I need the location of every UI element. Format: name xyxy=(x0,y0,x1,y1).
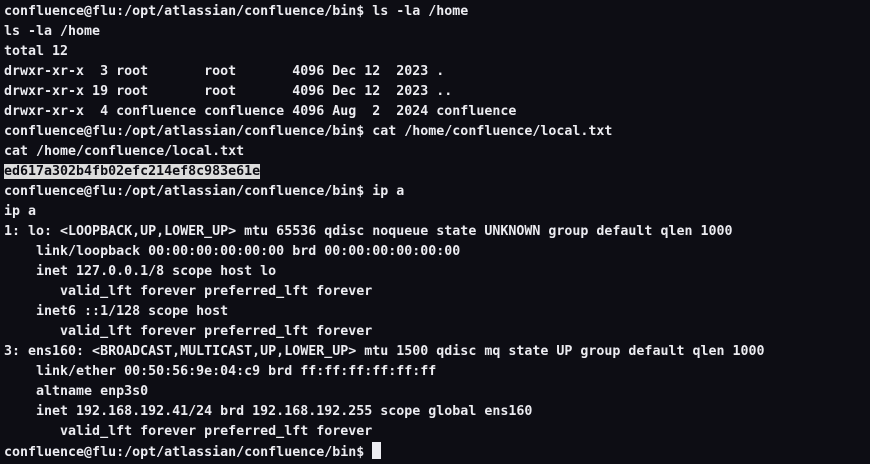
terminal-line: total 12 xyxy=(4,44,69,59)
terminal-line: inet 192.168.192.41/24 brd 192.168.192.2… xyxy=(4,404,533,419)
terminal-line: drwxr-xr-x 4 confluence confluence 4096 … xyxy=(4,104,517,119)
terminal-line: confluence@flu:/opt/atlassian/confluence… xyxy=(4,184,405,199)
terminal-line: inet6 ::1/128 scope host xyxy=(4,304,229,319)
terminal-line: valid_lft forever preferred_lft forever xyxy=(4,424,373,439)
terminal-line: inet 127.0.0.1/8 scope host lo xyxy=(4,264,277,279)
terminal-line: link/ether 00:50:56:9e:04:c9 brd ff:ff:f… xyxy=(4,364,437,379)
terminal-line: valid_lft forever preferred_lft forever xyxy=(4,324,373,339)
command-prompt-line[interactable]: confluence@flu:/opt/atlassian/confluence… xyxy=(4,442,866,462)
terminal-line: altname enp3s0 xyxy=(4,384,149,399)
terminal-line: 3: ens160: <BROADCAST,MULTICAST,UP,LOWER… xyxy=(4,344,765,359)
terminal-line: confluence@flu:/opt/atlassian/confluence… xyxy=(4,124,613,139)
cursor-block-icon xyxy=(372,442,382,459)
terminal-line: cat /home/confluence/local.txt xyxy=(4,144,245,159)
terminal-line: confluence@flu:/opt/atlassian/confluence… xyxy=(4,4,469,19)
terminal-line: 1: lo: <LOOPBACK,UP,LOWER_UP> mtu 65536 … xyxy=(4,224,733,239)
terminal-line: drwxr-xr-x 19 root root 4096 Dec 12 2023… xyxy=(4,84,453,99)
terminal-line: link/loopback 00:00:00:00:00:00 brd 00:0… xyxy=(4,244,461,259)
terminal-line-selected: ed617a302b4fb02efc214ef8c983e61e xyxy=(4,162,866,182)
terminal-line: valid_lft forever preferred_lft forever xyxy=(4,284,373,299)
terminal-window[interactable]: confluence@flu:/opt/atlassian/confluence… xyxy=(0,0,870,464)
selected-text[interactable]: ed617a302b4fb02efc214ef8c983e61e xyxy=(4,164,261,179)
shell-prompt: confluence@flu:/opt/atlassian/confluence… xyxy=(4,445,373,460)
terminal-line: ip a xyxy=(4,204,37,219)
terminal-line: drwxr-xr-x 3 root root 4096 Dec 12 2023 … xyxy=(4,64,445,79)
terminal-line: ls -la /home xyxy=(4,24,101,39)
